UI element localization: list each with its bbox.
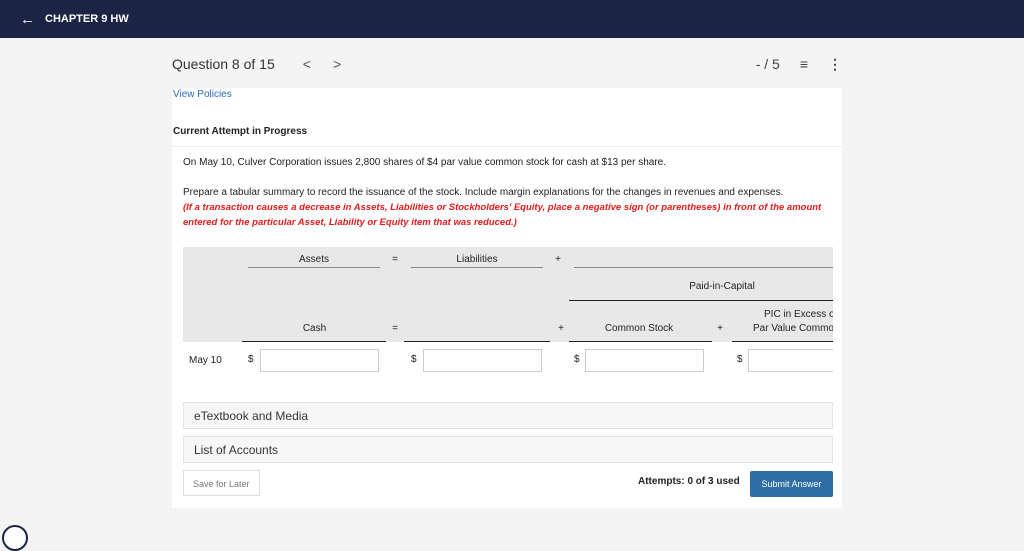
submit-answer-button[interactable]: Submit Answer xyxy=(750,471,833,497)
equals-sign: = xyxy=(392,254,398,265)
plus-sign: + xyxy=(555,254,561,265)
currency-symbol: $ xyxy=(574,354,580,365)
arrow-left-icon[interactable]: ← xyxy=(20,11,35,28)
attempts-counter: Attempts: 0 of 3 used xyxy=(638,476,740,487)
cookie-settings-icon[interactable] xyxy=(2,525,28,551)
instructions: Prepare a tabular summary to record the … xyxy=(183,187,784,198)
instruction-note: (If a transaction causes a decrease in A… xyxy=(183,202,822,228)
currency-symbol: $ xyxy=(248,354,254,365)
currency-symbol: $ xyxy=(737,354,743,365)
currency-symbol: $ xyxy=(411,354,417,365)
question-card: View Policies Current Attempt in Progres… xyxy=(172,88,842,508)
assignment-title: CHAPTER 9 HW xyxy=(45,13,129,25)
plus-sign: + xyxy=(558,323,564,334)
pic-heading: PIC in Excess of Par Value Common xyxy=(732,308,833,336)
assets-heading: Assets xyxy=(298,254,329,265)
save-for-later-button[interactable]: Save for Later xyxy=(183,470,260,496)
plus-sign: + xyxy=(717,323,723,334)
liabilities-input[interactable] xyxy=(423,349,542,372)
score: - / 5 xyxy=(755,56,780,72)
problem-statement: On May 10, Culver Corporation issues 2,8… xyxy=(172,146,842,241)
pic-heading-line1: PIC in Excess of xyxy=(764,309,833,320)
cash-input[interactable] xyxy=(260,349,379,372)
prev-question-button[interactable]: < xyxy=(303,56,311,72)
pic-heading-line2: Par Value Common xyxy=(753,323,833,334)
cash-heading: Cash xyxy=(302,323,327,334)
common-stock-input[interactable] xyxy=(585,349,704,372)
next-question-button[interactable]: > xyxy=(333,56,341,72)
question-counter: Question 8 of 15 xyxy=(172,56,275,72)
problem-text: On May 10, Culver Corporation issues 2,8… xyxy=(183,157,667,168)
view-policies-link[interactable]: View Policies xyxy=(173,89,232,100)
list-of-accounts-section[interactable]: List of Accounts xyxy=(183,436,833,463)
equals-sign: = xyxy=(392,323,398,334)
attempt-status: Current Attempt in Progress xyxy=(173,126,308,137)
top-bar: ← CHAPTER 9 HW xyxy=(0,0,1024,38)
list-icon[interactable]: ≡ xyxy=(800,56,808,72)
liabilities-heading: Liabilities xyxy=(456,254,498,265)
question-bar: Question 8 of 15 < > - / 5 ≡ ⋮ xyxy=(172,50,842,78)
row-label: May 10 xyxy=(189,355,222,366)
common-stock-heading: Common Stock xyxy=(604,323,674,334)
paid-in-capital-heading: Paid-in-Capital xyxy=(689,281,755,292)
pic-excess-input[interactable] xyxy=(748,349,833,372)
etextbook-section[interactable]: eTextbook and Media xyxy=(183,402,833,429)
more-options-icon[interactable]: ⋮ xyxy=(828,56,842,73)
